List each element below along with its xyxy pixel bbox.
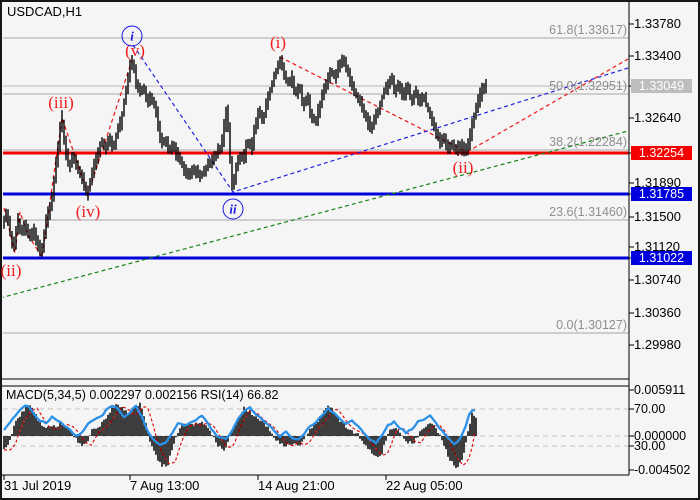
indicator-values-label: MACD(5,34,5) 0.002297 0.002156 RSI(14) 6… bbox=[6, 388, 278, 402]
panel-borders bbox=[2, 2, 629, 475]
fib-lines bbox=[3, 38, 629, 333]
indicator-scale-label: 0.005911 bbox=[634, 383, 685, 397]
wave-label: (ii) bbox=[1, 261, 22, 281]
time-tick-label[interactable]: 22 Aug 05:00 bbox=[386, 479, 463, 493]
wave-label: (iii) bbox=[48, 93, 74, 113]
price-tick-label: 1.30360 bbox=[634, 306, 681, 320]
fib-level-label: 23.6(1.31460) bbox=[549, 205, 627, 219]
price-tick-label: 1.33400 bbox=[634, 49, 681, 63]
price-tick-label: 1.31500 bbox=[634, 210, 681, 224]
chart-canvas[interactable] bbox=[0, 0, 700, 500]
time-tick-label[interactable]: 7 Aug 13:00 bbox=[130, 479, 199, 493]
time-tick-label[interactable]: 31 Jul 2019 bbox=[4, 479, 71, 493]
wave-label: i bbox=[122, 26, 143, 47]
price-badge-red-level: 1.32254 bbox=[631, 146, 692, 160]
fib-level-label: 50.0(1.32951) bbox=[549, 79, 627, 93]
time-tick-label[interactable]: 14 Aug 21:00 bbox=[258, 479, 335, 493]
price-badge-blue-level: 1.31022 bbox=[631, 251, 692, 265]
wave-label: ii bbox=[223, 199, 244, 220]
wave-label: (iv) bbox=[76, 202, 101, 222]
candlesticks bbox=[4, 55, 486, 257]
price-tick-label: 1.32640 bbox=[634, 111, 681, 125]
price-tick-label: 1.30740 bbox=[634, 273, 681, 287]
indicator-scale-label: 30.00 bbox=[634, 439, 665, 453]
price-tick-label: 1.33780 bbox=[634, 17, 681, 31]
indicator-scale-label: -0.004502 bbox=[634, 463, 690, 477]
mt4-chart-window: USDCAD,H1 MACD(5,34,5) 0.002297 0.002156… bbox=[0, 0, 700, 500]
fib-level-label: 38.2(1.22284) bbox=[549, 135, 627, 149]
fib-level-label: 0.0(1.30127) bbox=[556, 318, 627, 332]
indicator-scale-label: 70.00 bbox=[634, 402, 665, 416]
axis-ticks bbox=[4, 24, 634, 480]
price-tick-label: 1.29980 bbox=[634, 338, 681, 352]
fib-level-label: 61.8(1.33617) bbox=[549, 23, 627, 37]
horizontal-levels bbox=[3, 86, 629, 258]
price-badge-blue-level: 1.31785 bbox=[631, 187, 692, 201]
wave-label: (i) bbox=[270, 33, 286, 53]
wave-label: (ii) bbox=[453, 158, 474, 178]
symbol-timeframe-label: USDCAD,H1 bbox=[7, 4, 82, 19]
price-badge-current-price: 1.33049 bbox=[631, 79, 692, 93]
